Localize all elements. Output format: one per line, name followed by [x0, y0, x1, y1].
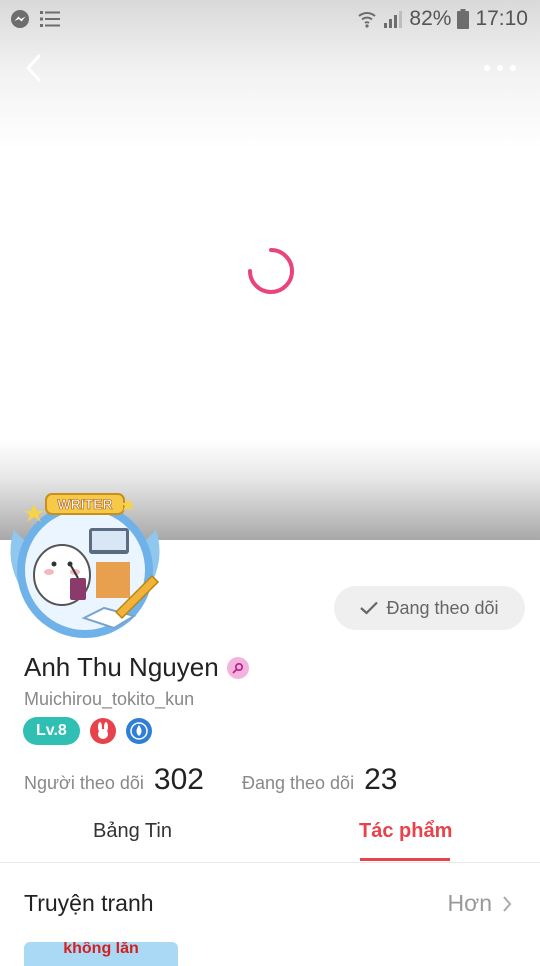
- following-count[interactable]: 23: [364, 763, 397, 797]
- female-gender-icon: [226, 656, 249, 679]
- more-dots-icon: [484, 65, 516, 71]
- list-notification-icon: [40, 11, 60, 27]
- writer-badge-label: WRITER: [57, 496, 112, 512]
- bunny-badge-icon[interactable]: [89, 718, 116, 744]
- followers-count[interactable]: 302: [154, 763, 204, 797]
- messenger-icon: [11, 10, 29, 28]
- comic-thumbnail[interactable]: không lăn: [24, 942, 178, 966]
- followers-label[interactable]: Người theo dõi: [24, 773, 144, 794]
- notification-icons: [10, 9, 60, 29]
- avatar[interactable]: WRITER: [4, 490, 166, 642]
- comics-section-header: Truyện tranh Hơn: [0, 876, 540, 932]
- writer-avatar-frame-icon: WRITER: [10, 493, 160, 638]
- section-title: Truyện tranh: [24, 890, 154, 916]
- checkmark-icon: [360, 601, 379, 615]
- following-label[interactable]: Đang theo dõi: [242, 773, 354, 794]
- profile-tabs: Bảng Tin Tác phẩm: [0, 808, 540, 863]
- water-drop-badge-icon[interactable]: [125, 718, 152, 744]
- profile-username: Muichirou_tokito_kun: [24, 689, 195, 709]
- clock: 17:10: [475, 7, 528, 30]
- comic-thumbnail-text: không lăn: [63, 942, 139, 957]
- profile-name: Anh Thu Nguyen: [24, 652, 219, 682]
- chevron-right-icon: [503, 895, 512, 912]
- following-button-label: Đang theo dõi: [386, 597, 499, 618]
- tab-feed[interactable]: Bảng Tin: [93, 820, 172, 843]
- see-more-label: Hơn: [447, 890, 492, 916]
- following-button[interactable]: Đang theo dõi: [334, 586, 525, 630]
- profile-stats: Người theo dõi 302 Đang theo dõi 23: [24, 763, 397, 797]
- battery-icon: [457, 9, 470, 29]
- back-button[interactable]: [14, 48, 54, 88]
- profile-name-row: Anh Thu Nguyen: [24, 652, 249, 683]
- tab-works[interactable]: Tác phẩm: [359, 820, 452, 843]
- signal-icon: [384, 11, 403, 28]
- chevron-left-icon: [26, 54, 41, 82]
- more-options-button[interactable]: [478, 48, 522, 88]
- see-more-button[interactable]: Hơn: [448, 890, 512, 917]
- active-tab-indicator: [360, 858, 450, 861]
- top-navigation: [0, 40, 540, 96]
- badge-row: Lv.8: [23, 717, 152, 745]
- level-badge[interactable]: Lv.8: [23, 717, 80, 745]
- wifi-icon: [358, 12, 377, 28]
- status-bar: 82% 17:10: [0, 0, 540, 38]
- battery-percent: 82%: [409, 7, 452, 30]
- system-indicators: 82% 17:10: [357, 7, 528, 31]
- loading-spinner-icon: [248, 248, 294, 294]
